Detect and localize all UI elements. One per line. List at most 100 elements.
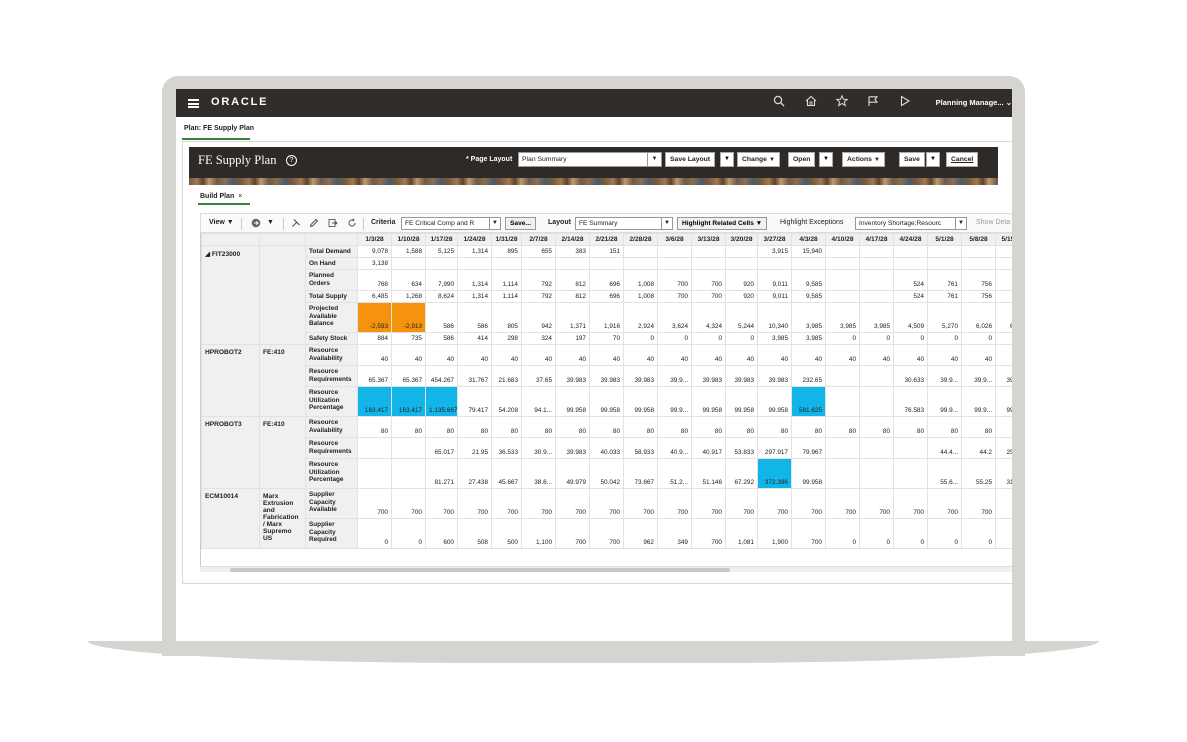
column-header-date[interactable]: 4/24/28 (893, 233, 928, 246)
value-cell[interactable]: 1,916 (589, 302, 624, 333)
exception-cell[interactable]: 581.625 (791, 386, 826, 417)
value-cell[interactable]: 10,340 (757, 302, 792, 333)
value-cell[interactable]: 1,008 (623, 269, 658, 291)
value-cell[interactable] (859, 458, 894, 489)
value-cell[interactable]: 4,509 (893, 302, 928, 333)
home-icon[interactable] (804, 95, 818, 109)
value-cell[interactable]: 39.9... (961, 365, 996, 387)
column-header-date[interactable]: 2/21/28 (589, 233, 624, 246)
value-cell[interactable] (657, 245, 692, 258)
value-cell[interactable]: 40 (555, 344, 590, 366)
value-cell[interactable]: 5,270 (927, 302, 962, 333)
horizontal-scrollbar[interactable] (200, 566, 1012, 572)
value-cell[interactable]: 454.267 (425, 365, 458, 387)
value-cell[interactable]: 27.438 (457, 458, 492, 489)
value-cell[interactable]: 80 (757, 416, 792, 438)
value-cell[interactable]: 0 (391, 518, 426, 549)
column-header-date[interactable]: 3/27/28 (757, 233, 792, 246)
close-icon[interactable]: × (238, 193, 242, 200)
value-cell[interactable]: 700 (725, 488, 758, 519)
notifications-flag-icon[interactable] (866, 95, 880, 109)
value-cell[interactable]: 700 (623, 488, 658, 519)
value-cell[interactable]: 25.483 (995, 437, 1012, 459)
value-cell[interactable]: 1,314 (457, 245, 492, 258)
value-cell[interactable]: 0 (859, 518, 894, 549)
value-cell[interactable]: 51.146 (691, 458, 726, 489)
value-cell[interactable]: 80 (961, 416, 996, 438)
value-cell[interactable]: 0 (623, 332, 658, 345)
highlight-related-cells-button[interactable]: Highlight Related Cells ▼ (677, 217, 768, 230)
value-cell[interactable]: 39.9... (927, 365, 962, 387)
value-cell[interactable] (725, 257, 758, 270)
value-cell[interactable] (825, 245, 860, 258)
value-cell[interactable] (521, 257, 556, 270)
value-cell[interactable]: 55.6... (927, 458, 962, 489)
favorites-star-icon[interactable] (835, 94, 849, 109)
value-cell[interactable] (927, 245, 962, 258)
value-cell[interactable]: 40 (757, 344, 792, 366)
value-cell[interactable]: 1,314 (457, 269, 492, 291)
value-cell[interactable] (961, 257, 996, 270)
value-cell[interactable]: 70 (589, 332, 624, 345)
value-cell[interactable]: 65.017 (425, 437, 458, 459)
value-cell[interactable]: 80 (725, 416, 758, 438)
value-cell[interactable]: 80 (521, 416, 556, 438)
value-cell[interactable]: 0 (961, 332, 996, 345)
value-cell[interactable]: 40 (657, 344, 692, 366)
value-cell[interactable]: 524 (893, 269, 928, 291)
value-cell[interactable] (859, 386, 894, 417)
value-cell[interactable]: 40 (791, 344, 826, 366)
value-cell[interactable]: 39.9... (657, 365, 692, 387)
value-cell[interactable] (425, 257, 458, 270)
value-cell[interactable]: 31.854 (995, 458, 1012, 489)
value-cell[interactable]: 1,114 (491, 290, 522, 303)
value-cell[interactable] (825, 269, 860, 291)
value-cell[interactable]: 99.958 (623, 386, 658, 417)
value-cell[interactable]: 700 (555, 488, 590, 519)
value-cell[interactable]: 80 (555, 416, 590, 438)
value-cell[interactable]: 39.983 (589, 365, 624, 387)
value-cell[interactable] (391, 458, 426, 489)
value-cell[interactable]: 80 (691, 416, 726, 438)
exception-cell[interactable]: 372.396 (757, 458, 792, 489)
value-cell[interactable]: 9,011 (757, 269, 792, 291)
value-cell[interactable]: 0 (859, 332, 894, 345)
column-header-date[interactable]: 4/17/28 (859, 233, 894, 246)
value-cell[interactable]: 80 (491, 416, 522, 438)
value-cell[interactable]: 40 (725, 344, 758, 366)
value-cell[interactable]: 0 (725, 332, 758, 345)
open-menu-button[interactable]: ▼ (819, 152, 833, 167)
value-cell[interactable]: 197 (555, 332, 590, 345)
value-cell[interactable]: 5,125 (425, 245, 458, 258)
value-cell[interactable]: 1,314 (457, 290, 492, 303)
value-cell[interactable]: 735 (391, 332, 426, 345)
value-cell[interactable]: 40.917 (691, 437, 726, 459)
value-cell[interactable]: 40 (623, 344, 658, 366)
value-cell[interactable]: 3,915 (757, 245, 792, 258)
value-cell[interactable]: 30.633 (893, 365, 928, 387)
value-cell[interactable] (825, 365, 860, 387)
value-cell[interactable]: 80 (791, 416, 826, 438)
value-cell[interactable]: 232.65 (791, 365, 826, 387)
value-cell[interactable]: 700 (357, 488, 392, 519)
help-icon[interactable]: ? (286, 155, 297, 166)
value-cell[interactable]: 3,985 (757, 332, 792, 345)
value-cell[interactable]: 0 (995, 518, 1012, 549)
value-cell[interactable]: 0 (927, 332, 962, 345)
value-cell[interactable]: 805 (491, 302, 522, 333)
value-cell[interactable]: 99.958 (757, 386, 792, 417)
value-cell[interactable]: 99.9... (927, 386, 962, 417)
value-cell[interactable]: 80 (457, 416, 492, 438)
value-cell[interactable]: 700 (657, 269, 692, 291)
value-cell[interactable] (893, 437, 928, 459)
save-menu-button[interactable]: ▼ (926, 152, 940, 167)
highlight-exceptions-select[interactable]: Inventory Shortage;Resourc ▼ (855, 217, 967, 230)
value-cell[interactable]: 3,985 (791, 332, 826, 345)
value-cell[interactable]: 700 (457, 488, 492, 519)
value-cell[interactable]: 80 (623, 416, 658, 438)
value-cell[interactable]: 4,324 (691, 302, 726, 333)
value-cell[interactable]: 700 (657, 290, 692, 303)
value-cell[interactable]: 761 (927, 269, 962, 291)
column-header-date[interactable]: 2/7/28 (521, 233, 556, 246)
value-cell[interactable]: 9,011 (757, 290, 792, 303)
